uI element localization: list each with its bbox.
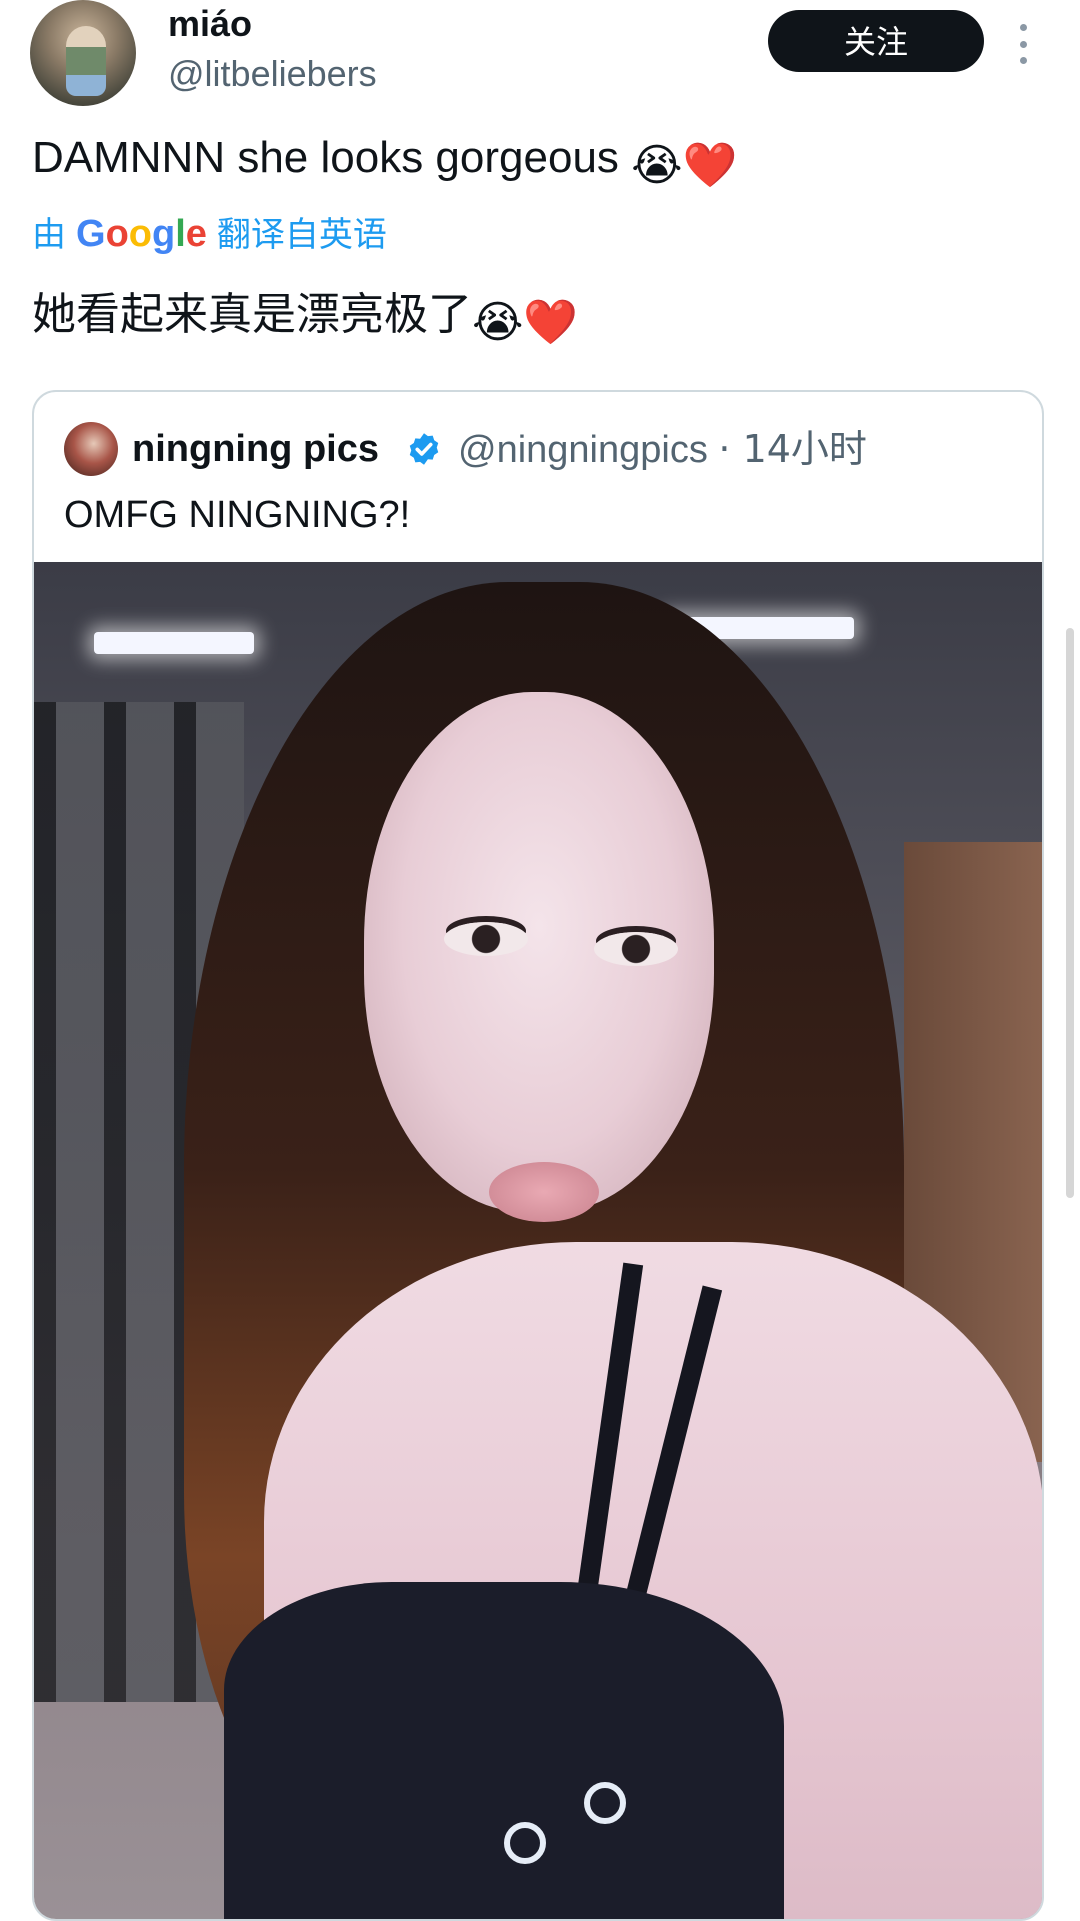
follow-button[interactable]: 关注 xyxy=(768,10,984,72)
top-flower-pattern xyxy=(504,1822,546,1864)
quoted-time: · 14小时 xyxy=(718,427,867,471)
tweet-text-body: DAMNNN she looks gorgeous xyxy=(32,133,619,182)
translated-by-google-link[interactable]: 由 Google 翻译自英语 xyxy=(32,210,387,259)
translated-text-body: 她看起来真是漂亮极了 xyxy=(32,289,472,340)
quoted-photo[interactable] xyxy=(34,562,1042,1919)
quoted-author-name[interactable]: ningning pics xyxy=(132,424,379,474)
translate-prefix: 由 xyxy=(32,215,66,255)
avatar[interactable] xyxy=(30,0,136,106)
tweet-emoji: 😭❤️ xyxy=(631,141,738,190)
right-eye xyxy=(594,932,678,966)
verified-badge-icon xyxy=(409,433,439,465)
lips-shape xyxy=(489,1162,599,1222)
tweet-text: DAMNNN she looks gorgeous 😭❤️ xyxy=(32,128,737,196)
left-eye xyxy=(444,922,528,956)
quoted-avatar[interactable] xyxy=(64,422,118,476)
translate-suffix: 翻译自英语 xyxy=(216,215,387,255)
ceiling-light xyxy=(94,632,254,654)
google-logo: Google xyxy=(76,213,207,255)
avatar-figure xyxy=(66,26,106,96)
scrollbar[interactable] xyxy=(1066,628,1074,1198)
top-flower-pattern xyxy=(584,1782,626,1824)
translated-emoji: 😭❤️ xyxy=(472,297,579,348)
author-handle[interactable]: @litbeliebers xyxy=(168,50,377,98)
translated-text: 她看起来真是漂亮极了😭❤️ xyxy=(32,285,578,353)
more-vertical-icon[interactable] xyxy=(1016,24,1030,64)
black-top-shape xyxy=(224,1582,784,1919)
quoted-author-meta: @ningningpics · 14小时 xyxy=(458,424,867,475)
quoted-author-handle[interactable]: @ningningpics xyxy=(458,429,708,471)
quoted-tweet-text: OMFG NINGNING?! xyxy=(64,494,411,536)
author-name[interactable]: miáo xyxy=(168,0,252,48)
quoted-tweet-card[interactable]: ningning pics @ningningpics · 14小时 OMFG … xyxy=(32,390,1044,1921)
